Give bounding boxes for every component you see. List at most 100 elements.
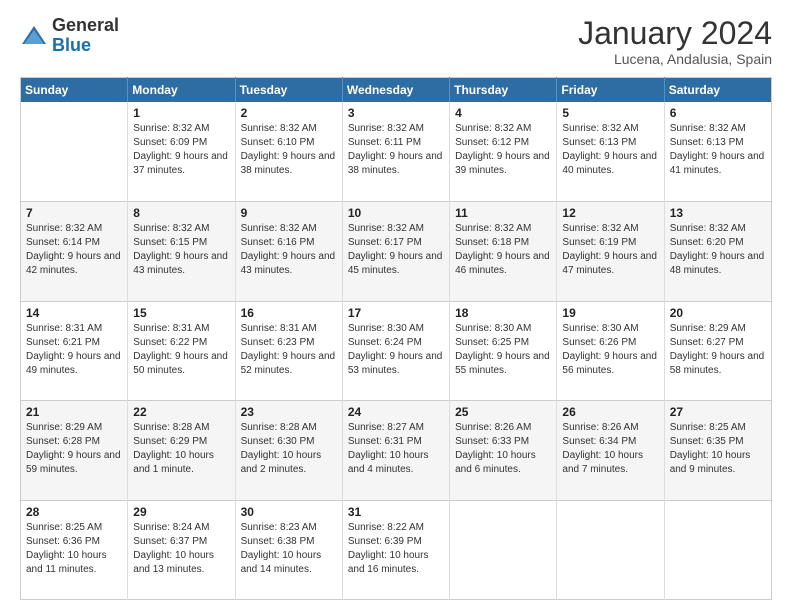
subtitle: Lucena, Andalusia, Spain [578,51,772,67]
cell-info: Sunrise: 8:31 AMSunset: 6:21 PMDaylight:… [26,322,122,378]
cell-info: Sunrise: 8:23 AMSunset: 6:38 PMDaylight:… [241,521,337,577]
cell-w2-d6: 12 Sunrise: 8:32 AMSunset: 6:19 PMDaylig… [557,202,664,301]
day-number: 14 [26,306,122,320]
calendar-page: General Blue January 2024 Lucena, Andalu… [0,0,792,612]
cell-info: Sunrise: 8:31 AMSunset: 6:22 PMDaylight:… [133,322,229,378]
cell-info: Sunrise: 8:32 AMSunset: 6:19 PMDaylight:… [562,222,658,278]
cell-info: Sunrise: 8:32 AMSunset: 6:14 PMDaylight:… [26,222,122,278]
logo: General Blue [20,16,119,56]
week-row-2: 7 Sunrise: 8:32 AMSunset: 6:14 PMDayligh… [21,202,772,301]
day-number: 31 [348,505,444,519]
col-saturday: Saturday [664,78,771,103]
logo-general-text: General [52,16,119,36]
cell-info: Sunrise: 8:30 AMSunset: 6:26 PMDaylight:… [562,322,658,378]
cell-w1-d3: 2 Sunrise: 8:32 AMSunset: 6:10 PMDayligh… [235,102,342,201]
col-thursday: Thursday [450,78,557,103]
cell-w3-d5: 18 Sunrise: 8:30 AMSunset: 6:25 PMDaylig… [450,301,557,400]
day-number: 10 [348,206,444,220]
day-number: 5 [562,106,658,120]
day-number: 29 [133,505,229,519]
calendar-table: Sunday Monday Tuesday Wednesday Thursday… [20,77,772,600]
cell-w4-d1: 21 Sunrise: 8:29 AMSunset: 6:28 PMDaylig… [21,401,128,500]
cell-w4-d5: 25 Sunrise: 8:26 AMSunset: 6:33 PMDaylig… [450,401,557,500]
cell-info: Sunrise: 8:30 AMSunset: 6:24 PMDaylight:… [348,322,444,378]
cell-w1-d2: 1 Sunrise: 8:32 AMSunset: 6:09 PMDayligh… [128,102,235,201]
day-number: 3 [348,106,444,120]
day-number: 22 [133,405,229,419]
cell-w1-d1 [21,102,128,201]
cell-info: Sunrise: 8:26 AMSunset: 6:34 PMDaylight:… [562,421,658,477]
day-number: 18 [455,306,551,320]
day-number: 11 [455,206,551,220]
cell-info: Sunrise: 8:25 AMSunset: 6:35 PMDaylight:… [670,421,766,477]
cell-w3-d6: 19 Sunrise: 8:30 AMSunset: 6:26 PMDaylig… [557,301,664,400]
day-number: 25 [455,405,551,419]
cell-w5-d7 [664,500,771,600]
cell-info: Sunrise: 8:26 AMSunset: 6:33 PMDaylight:… [455,421,551,477]
header-row: Sunday Monday Tuesday Wednesday Thursday… [21,78,772,103]
cell-info: Sunrise: 8:32 AMSunset: 6:12 PMDaylight:… [455,122,551,178]
cell-w4-d2: 22 Sunrise: 8:28 AMSunset: 6:29 PMDaylig… [128,401,235,500]
cell-w2-d5: 11 Sunrise: 8:32 AMSunset: 6:18 PMDaylig… [450,202,557,301]
cell-info: Sunrise: 8:28 AMSunset: 6:30 PMDaylight:… [241,421,337,477]
header: General Blue January 2024 Lucena, Andalu… [20,16,772,67]
cell-w3-d4: 17 Sunrise: 8:30 AMSunset: 6:24 PMDaylig… [342,301,449,400]
calendar-body: 1 Sunrise: 8:32 AMSunset: 6:09 PMDayligh… [21,102,772,599]
cell-w2-d1: 7 Sunrise: 8:32 AMSunset: 6:14 PMDayligh… [21,202,128,301]
cell-info: Sunrise: 8:32 AMSunset: 6:13 PMDaylight:… [562,122,658,178]
day-number: 30 [241,505,337,519]
cell-info: Sunrise: 8:32 AMSunset: 6:13 PMDaylight:… [670,122,766,178]
cell-info: Sunrise: 8:25 AMSunset: 6:36 PMDaylight:… [26,521,122,577]
week-row-3: 14 Sunrise: 8:31 AMSunset: 6:21 PMDaylig… [21,301,772,400]
cell-info: Sunrise: 8:31 AMSunset: 6:23 PMDaylight:… [241,322,337,378]
main-title: January 2024 [578,16,772,51]
day-number: 27 [670,405,766,419]
cell-w2-d4: 10 Sunrise: 8:32 AMSunset: 6:17 PMDaylig… [342,202,449,301]
day-number: 15 [133,306,229,320]
day-number: 17 [348,306,444,320]
day-number: 21 [26,405,122,419]
day-number: 20 [670,306,766,320]
cell-info: Sunrise: 8:32 AMSunset: 6:10 PMDaylight:… [241,122,337,178]
cell-info: Sunrise: 8:30 AMSunset: 6:25 PMDaylight:… [455,322,551,378]
col-tuesday: Tuesday [235,78,342,103]
cell-w1-d4: 3 Sunrise: 8:32 AMSunset: 6:11 PMDayligh… [342,102,449,201]
cell-info: Sunrise: 8:24 AMSunset: 6:37 PMDaylight:… [133,521,229,577]
cell-w4-d7: 27 Sunrise: 8:25 AMSunset: 6:35 PMDaylig… [664,401,771,500]
logo-icon [20,22,48,50]
col-monday: Monday [128,78,235,103]
cell-w2-d7: 13 Sunrise: 8:32 AMSunset: 6:20 PMDaylig… [664,202,771,301]
cell-w2-d3: 9 Sunrise: 8:32 AMSunset: 6:16 PMDayligh… [235,202,342,301]
cell-w3-d3: 16 Sunrise: 8:31 AMSunset: 6:23 PMDaylig… [235,301,342,400]
col-friday: Friday [557,78,664,103]
day-number: 16 [241,306,337,320]
day-number: 24 [348,405,444,419]
cell-info: Sunrise: 8:29 AMSunset: 6:28 PMDaylight:… [26,421,122,477]
cell-info: Sunrise: 8:29 AMSunset: 6:27 PMDaylight:… [670,322,766,378]
logo-blue-text: Blue [52,36,119,56]
col-sunday: Sunday [21,78,128,103]
cell-w4-d4: 24 Sunrise: 8:27 AMSunset: 6:31 PMDaylig… [342,401,449,500]
cell-w5-d3: 30 Sunrise: 8:23 AMSunset: 6:38 PMDaylig… [235,500,342,600]
cell-w5-d5 [450,500,557,600]
cell-w2-d2: 8 Sunrise: 8:32 AMSunset: 6:15 PMDayligh… [128,202,235,301]
cell-info: Sunrise: 8:32 AMSunset: 6:16 PMDaylight:… [241,222,337,278]
week-row-1: 1 Sunrise: 8:32 AMSunset: 6:09 PMDayligh… [21,102,772,201]
logo-text: General Blue [52,16,119,56]
day-number: 8 [133,206,229,220]
day-number: 7 [26,206,122,220]
day-number: 12 [562,206,658,220]
cell-info: Sunrise: 8:32 AMSunset: 6:18 PMDaylight:… [455,222,551,278]
cell-w3-d2: 15 Sunrise: 8:31 AMSunset: 6:22 PMDaylig… [128,301,235,400]
day-number: 23 [241,405,337,419]
title-block: January 2024 Lucena, Andalusia, Spain [578,16,772,67]
cell-info: Sunrise: 8:32 AMSunset: 6:15 PMDaylight:… [133,222,229,278]
cell-w5-d1: 28 Sunrise: 8:25 AMSunset: 6:36 PMDaylig… [21,500,128,600]
day-number: 26 [562,405,658,419]
day-number: 6 [670,106,766,120]
day-number: 28 [26,505,122,519]
cell-w4-d3: 23 Sunrise: 8:28 AMSunset: 6:30 PMDaylig… [235,401,342,500]
week-row-5: 28 Sunrise: 8:25 AMSunset: 6:36 PMDaylig… [21,500,772,600]
cell-w3-d1: 14 Sunrise: 8:31 AMSunset: 6:21 PMDaylig… [21,301,128,400]
cell-w1-d7: 6 Sunrise: 8:32 AMSunset: 6:13 PMDayligh… [664,102,771,201]
